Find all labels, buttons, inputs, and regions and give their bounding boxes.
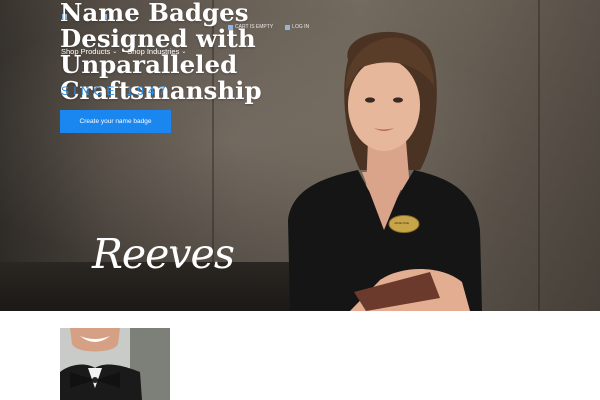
create-badge-button[interactable]: Create your name badge (60, 110, 171, 133)
trademark-mark: ® (175, 246, 178, 251)
chevron-down-icon: ⌄ (181, 48, 187, 55)
waiter-photo (60, 328, 170, 400)
main-nav: Shop Products ⌄ Shop Industries ⌄ (61, 47, 186, 56)
nav-shop-products[interactable]: Shop Products ⌄ (61, 47, 117, 56)
nav-shop-industries[interactable]: Shop Industries ⌄ (127, 47, 186, 56)
waiter-illustration (60, 328, 170, 400)
hero-banner: JANE DOE CART IS EMPTY LOG IN Name Badge… (0, 0, 600, 311)
wall-panel-seam (538, 0, 540, 311)
chevron-down-icon: ⌄ (112, 48, 118, 55)
reeves-logo: Reeves (92, 230, 235, 278)
since-tagline: SINCE 1947 (61, 84, 170, 98)
name-badge: JANE DOE (394, 221, 410, 225)
